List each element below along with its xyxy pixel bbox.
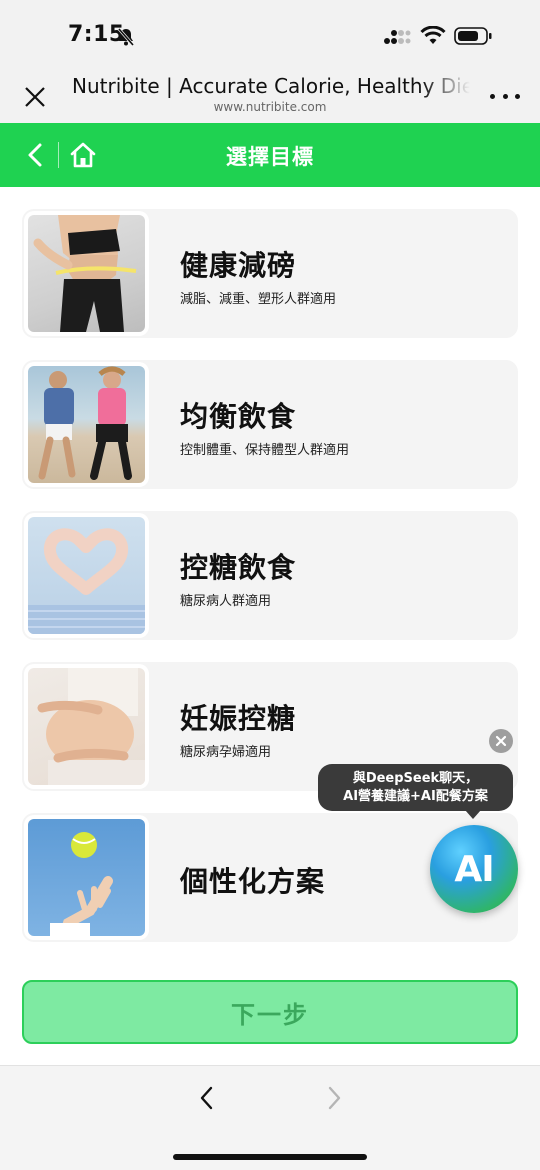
header-title: 選擇目標 — [226, 145, 314, 169]
goal-photo — [24, 211, 149, 336]
wifi-icon — [420, 26, 446, 44]
browser-back-button[interactable] — [193, 1084, 221, 1112]
tennis-ball-photo — [28, 819, 145, 936]
goal-subtitle: 控制體重、保持體型人群適用 — [180, 443, 350, 458]
status-bar: 7:15 — [0, 0, 540, 66]
app-header: 選擇目標 — [0, 123, 540, 187]
goal-title: 均衡飲食 — [180, 400, 297, 433]
browser-bar: Nutribite | Accurate Calorie, Healthy Di… — [0, 66, 540, 123]
goal-photo — [24, 815, 149, 940]
goal-card-weight-loss[interactable]: 健康減磅 減脂、減重、塑形人群適用 — [22, 209, 518, 338]
more-dot-icon — [515, 93, 520, 99]
goal-photo — [24, 362, 149, 487]
close-icon — [495, 735, 507, 747]
signal-icon — [384, 30, 411, 44]
browser-bottom-bar — [0, 1065, 540, 1170]
goal-card-sugar-control[interactable]: 控糖飲食 糖尿病人群適用 — [22, 511, 518, 640]
next-step-button[interactable]: 下一步 — [22, 980, 518, 1044]
browser-forward-button[interactable] — [320, 1084, 348, 1112]
ai-promo-line2: AI營養建議+AI配餐方案 — [343, 789, 488, 804]
more-dot-icon — [502, 93, 508, 99]
goal-subtitle: 減脂、減重、塑形人群適用 — [180, 292, 337, 307]
home-indicator — [173, 1154, 367, 1160]
pregnant-belly-photo — [28, 668, 145, 785]
goal-title: 健康減磅 — [180, 249, 297, 282]
heart-hands-photo — [28, 517, 145, 634]
goal-photo — [24, 513, 149, 638]
battery-icon — [454, 27, 492, 45]
ai-chat-button[interactable]: AI — [430, 825, 518, 913]
ai-promo-tooltip[interactable]: 與DeepSeek聊天， AI營養建議+AI配餐方案 — [318, 764, 513, 819]
close-ai-promo-button[interactable] — [489, 729, 513, 753]
goal-title: 妊娠控糖 — [180, 702, 297, 735]
goal-title: 控糖飲食 — [180, 551, 297, 584]
weight-loss-photo — [28, 215, 145, 332]
goal-title: 個性化方案 — [180, 865, 326, 898]
ai-promo-line1: 與DeepSeek聊天， — [352, 771, 479, 786]
page-url: www.nutribite.com — [213, 100, 327, 114]
more-dot-icon — [490, 93, 495, 99]
running-couple-photo — [28, 366, 145, 483]
goal-subtitle: 糖尿病人群適用 — [180, 594, 272, 609]
goal-card-balanced-diet[interactable]: 均衡飲食 控制體重、保持體型人群適用 — [22, 360, 518, 489]
more-options-button[interactable] — [490, 84, 520, 108]
bell-muted-icon — [117, 28, 135, 46]
goal-photo — [24, 664, 149, 789]
page-title: Nutribite | Accurate Calorie, Healthy Di… — [72, 74, 470, 98]
goal-subtitle: 糖尿病孕婦適用 — [180, 745, 272, 760]
